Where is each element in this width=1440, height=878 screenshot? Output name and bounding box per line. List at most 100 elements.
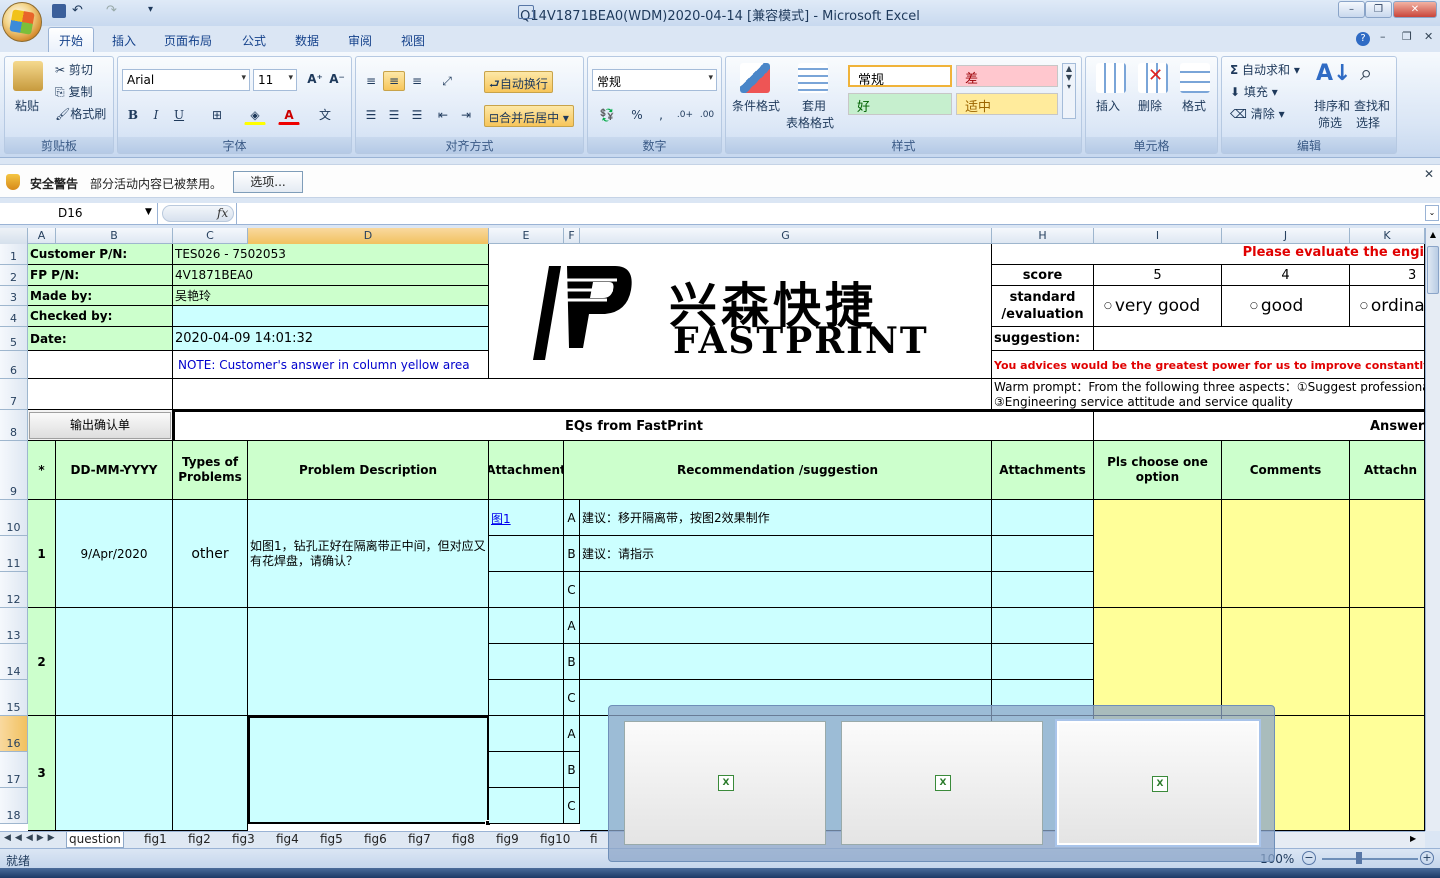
fill-button[interactable]: ⬇ 填充 ▾: [1230, 83, 1278, 100]
evaluate-prompt[interactable]: Please evaluate the engi: [992, 244, 1425, 265]
hdr-comments[interactable]: Comments: [1222, 441, 1350, 500]
tab-page-layout[interactable]: 页面布局: [164, 32, 212, 49]
help-icon[interactable]: ?: [1356, 32, 1370, 46]
tab-data[interactable]: 数据: [295, 32, 319, 49]
col-header-c[interactable]: C: [173, 228, 248, 244]
cell-a6[interactable]: [28, 351, 173, 379]
standard-label[interactable]: standard /evaluation: [992, 286, 1094, 327]
shrink-font-icon[interactable]: A⁻: [326, 69, 348, 89]
q2-attachment-a[interactable]: [489, 608, 564, 644]
close-button[interactable]: ✕: [1393, 1, 1437, 18]
close-warning-icon[interactable]: ✕: [1424, 167, 1434, 181]
q2-comments[interactable]: [1222, 608, 1350, 716]
row-header-11[interactable]: 11: [0, 536, 28, 572]
preview-thumbnail-2[interactable]: X: [841, 721, 1043, 845]
col-header-e[interactable]: E: [489, 228, 564, 244]
q1-recommend-c[interactable]: [580, 572, 992, 608]
hdr-recommendation[interactable]: Recommendation /suggestion: [564, 441, 992, 500]
q3-answer-attachment[interactable]: [1350, 716, 1425, 831]
row-header-13[interactable]: 13: [0, 608, 28, 644]
q3-option-c[interactable]: C: [564, 788, 580, 824]
hdr-attachn[interactable]: Attachn: [1350, 441, 1425, 500]
name-box[interactable]: D16: [0, 203, 158, 224]
q1-attachments-b[interactable]: [992, 536, 1094, 572]
radio-icon[interactable]: ○: [1360, 301, 1368, 311]
q1-date[interactable]: 9/Apr/2020: [56, 500, 173, 608]
font-size-combo[interactable]: 11: [253, 69, 297, 91]
paste-icon[interactable]: [13, 61, 43, 91]
preview-thumbnail-3[interactable]: X: [1057, 721, 1259, 845]
binoculars-icon[interactable]: ⌕: [1360, 61, 1372, 86]
style-normal[interactable]: 常规: [848, 65, 952, 88]
zoom-in-icon[interactable]: +: [1420, 851, 1434, 865]
find-select-button-1[interactable]: 查找和: [1354, 97, 1390, 114]
q3-attachment-c[interactable]: [489, 788, 564, 824]
q3-attachment-b[interactable]: [489, 752, 564, 788]
fp-pn-label[interactable]: FP P/N:: [28, 265, 173, 286]
minimize-button[interactable]: –: [1338, 1, 1365, 18]
style-neutral[interactable]: 适中: [956, 93, 1058, 115]
q3-attachment-a[interactable]: [489, 716, 564, 752]
sheet-tab-fig8[interactable]: fig8: [450, 832, 477, 848]
col-header-g[interactable]: G: [580, 228, 992, 244]
q3-option-a[interactable]: A: [564, 716, 580, 752]
increase-indent-icon[interactable]: ⇥: [455, 105, 477, 125]
insert-cells-icon[interactable]: [1096, 63, 1126, 93]
q1-number[interactable]: 1: [28, 500, 56, 608]
percent-icon[interactable]: %: [626, 105, 648, 125]
q2-attachments-b[interactable]: [992, 644, 1094, 680]
insert-function-icon[interactable]: fx: [217, 206, 228, 220]
q1-attachments-c[interactable]: [992, 572, 1094, 608]
answers-header[interactable]: Answers: [1094, 410, 1425, 441]
number-format-combo[interactable]: 常规: [592, 69, 717, 91]
option-very-good[interactable]: ○ very good: [1094, 286, 1222, 327]
customer-pn-value[interactable]: TES026 - 7502053: [173, 244, 489, 265]
q2-description[interactable]: [248, 608, 489, 716]
hdr-choose-option[interactable]: Pls choose one option: [1094, 441, 1222, 500]
checked-by-label[interactable]: Checked by:: [28, 306, 173, 327]
copy-button[interactable]: ⎘ 复制: [55, 83, 92, 100]
style-good[interactable]: 好: [848, 93, 952, 115]
grow-font-icon[interactable]: A⁺: [304, 69, 326, 89]
decrease-indent-icon[interactable]: ⇤: [432, 105, 454, 125]
q1-recommend-b[interactable]: 建议：请指示: [580, 536, 992, 572]
q1-option-a[interactable]: A: [564, 500, 580, 536]
zoom-slider[interactable]: [1322, 858, 1418, 860]
style-bad[interactable]: 差: [956, 65, 1058, 87]
align-center-icon[interactable]: ☰: [383, 105, 405, 125]
sheet-tab-more[interactable]: fi: [588, 832, 600, 848]
delete-cells-icon[interactable]: ✕: [1138, 63, 1168, 93]
preview-thumbnail-1[interactable]: X: [624, 721, 826, 845]
name-box-dropdown-icon[interactable]: ▼: [145, 207, 152, 217]
select-all-corner[interactable]: [0, 228, 28, 244]
format-table-button-1[interactable]: 套用: [802, 97, 826, 114]
score-4[interactable]: 4: [1222, 265, 1350, 286]
tab-review[interactable]: 审阅: [348, 32, 372, 49]
q1-comments[interactable]: [1222, 500, 1350, 608]
sheet-tab-fig9[interactable]: fig9: [494, 832, 521, 848]
wrap-text-button[interactable]: ⮐自动换行: [484, 71, 553, 93]
warm-prompt[interactable]: Warm prompt：From the following three asp…: [992, 379, 1425, 410]
row-header-8[interactable]: 8: [0, 410, 28, 441]
col-header-j[interactable]: J: [1222, 228, 1350, 244]
sheet-tab-fig5[interactable]: fig5: [318, 832, 345, 848]
q2-choose[interactable]: [1094, 608, 1222, 716]
ribbon-close-icon[interactable]: ✕: [1424, 30, 1433, 43]
align-left-icon[interactable]: ☰: [360, 105, 382, 125]
q1-attachment-c[interactable]: [489, 572, 564, 608]
decrease-decimal-icon[interactable]: .00: [696, 105, 718, 125]
paste-button[interactable]: 粘贴: [15, 97, 39, 114]
radio-icon[interactable]: ○: [1104, 301, 1112, 311]
row-header-7[interactable]: 7: [0, 379, 28, 410]
row-header-2[interactable]: 2: [0, 265, 28, 286]
score-label[interactable]: score: [992, 265, 1094, 286]
customer-pn-label[interactable]: Customer P/N:: [28, 244, 173, 265]
col-header-a[interactable]: A: [28, 228, 56, 244]
hdr-date[interactable]: DD-MM-YYYY: [56, 441, 173, 500]
orientation-icon[interactable]: ⤢: [436, 71, 458, 91]
vertical-scroll-thumb[interactable]: [1427, 246, 1439, 294]
autosum-button[interactable]: Σ 自动求和 ▾: [1230, 61, 1300, 78]
tab-formulas[interactable]: 公式: [242, 32, 266, 49]
scroll-up-icon[interactable]: ▲: [1427, 230, 1439, 244]
tab-home[interactable]: 开始: [48, 27, 95, 52]
